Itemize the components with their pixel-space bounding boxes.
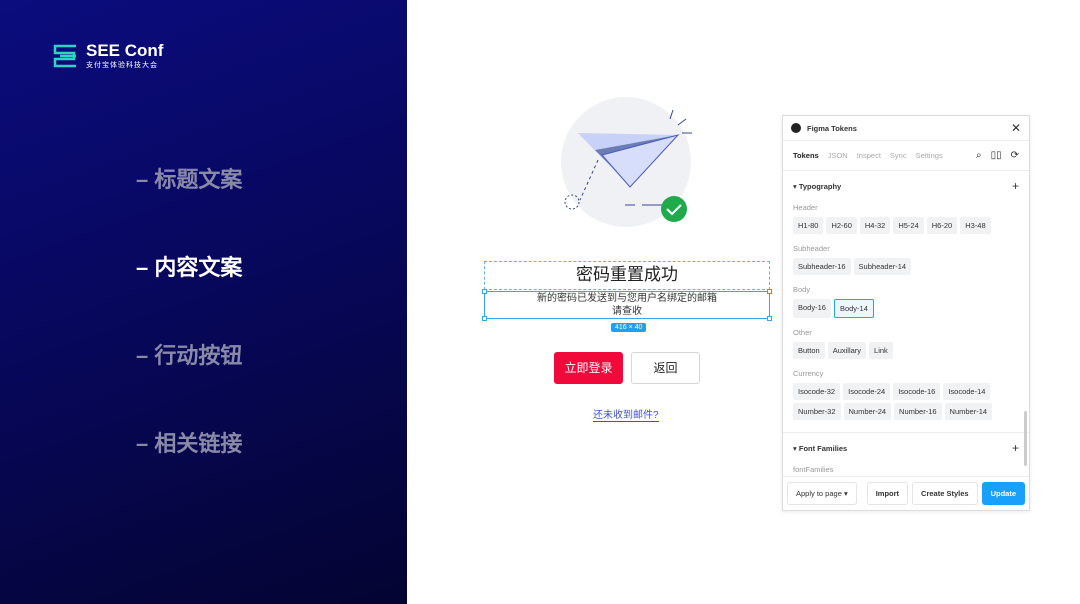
token-chip[interactable]: H1-80 — [793, 217, 824, 234]
logo: SEE Conf 支付宝体验科技大会 — [52, 42, 163, 70]
token-chip[interactable]: Auxillary — [827, 342, 867, 359]
refresh-icon[interactable]: ⟳ — [1011, 150, 1019, 161]
token-chip[interactable]: H5-24 — [893, 217, 924, 234]
import-button[interactable]: Import — [866, 482, 909, 505]
body-text-selected[interactable]: 新的密码已发送到与您用户名绑定的邮箱 请查收 — [484, 291, 770, 319]
body-line-2: 请查收 — [612, 306, 642, 317]
menu-item-title-copy[interactable]: – 标题文案 — [136, 162, 242, 194]
token-chips: Subheader-16 Subheader-14 — [793, 258, 1019, 275]
token-chip[interactable]: Number-16 — [894, 403, 942, 420]
add-icon[interactable]: + — [1012, 179, 1019, 193]
token-chip[interactable]: Number-24 — [843, 403, 892, 420]
token-chip[interactable]: Isocode-14 — [943, 383, 991, 400]
book-icon[interactable]: ▯▯ — [991, 150, 1002, 161]
tab-json[interactable]: JSON — [828, 151, 848, 160]
group-label: Currency — [793, 369, 824, 378]
figma-tokens-logo-icon — [791, 123, 801, 133]
resize-handle[interactable] — [482, 289, 487, 294]
token-chip[interactable]: Isocode-16 — [893, 383, 941, 400]
tab-tokens[interactable]: Tokens — [793, 151, 819, 160]
token-chip[interactable]: H3-48 — [960, 217, 991, 234]
token-chip[interactable]: Number-32 — [793, 403, 841, 420]
paper-plane-illustration — [561, 97, 692, 227]
brand-name: SEE Conf — [86, 41, 164, 60]
body-line-1: 新的密码已发送到与您用户名绑定的邮箱 — [537, 293, 717, 304]
add-icon[interactable]: + — [1012, 441, 1019, 455]
tab-sync[interactable]: Sync — [890, 151, 907, 160]
menu-item-related-links[interactable]: – 相关链接 — [136, 426, 242, 458]
check-circle-icon — [661, 196, 687, 222]
tokens-list: ▾ Typography + Header H1-80 H2-60 H4-32 H5-24… — [783, 171, 1029, 476]
tab-settings[interactable]: Settings — [916, 151, 943, 160]
token-chip[interactable]: Number-14 — [944, 403, 993, 420]
token-chips: H1-80 H2-60 H4-32 H5-24 H6-20 H3-48 — [793, 217, 1019, 234]
resize-handle[interactable] — [767, 316, 772, 321]
group-label: Header — [793, 203, 818, 212]
update-button[interactable]: Update — [981, 482, 1025, 505]
token-chip[interactable]: H2-60 — [826, 217, 857, 234]
brand-subtitle: 支付宝体验科技大会 — [86, 62, 158, 69]
apply-to-page-dropdown[interactable]: Apply to page ▾ — [787, 482, 857, 505]
menu-item-action-button[interactable]: – 行动按钮 — [136, 338, 242, 370]
create-styles-button[interactable]: Create Styles — [912, 482, 978, 505]
token-chip[interactable]: Body-16 — [793, 299, 831, 318]
login-button[interactable]: 立即登录 — [554, 352, 623, 384]
group-label: Other — [793, 328, 812, 337]
token-chip[interactable]: Link — [869, 342, 893, 359]
resize-handle[interactable] — [767, 289, 772, 294]
group-label: Subheader — [793, 244, 830, 253]
token-chips: Button Auxillary Link — [793, 342, 1019, 359]
group-label: fontFamilies — [793, 465, 834, 474]
token-chip[interactable]: Subheader-16 — [793, 258, 851, 275]
section-typography[interactable]: ▾ Typography — [793, 182, 841, 191]
token-chip[interactable]: Body-14 — [833, 299, 874, 318]
group-label: Body — [793, 285, 811, 294]
scrollbar[interactable] — [1024, 411, 1027, 466]
figma-tokens-panel: Figma Tokens ✕ Tokens JSON Inspect Sync … — [782, 115, 1030, 511]
token-chip[interactable]: Button — [793, 342, 825, 359]
search-icon[interactable]: ⌕ — [976, 150, 982, 161]
close-icon[interactable]: ✕ — [1011, 121, 1021, 135]
token-chips: Body-16 Body-14 — [793, 299, 1019, 318]
back-button[interactable]: 返回 — [631, 352, 700, 384]
see-conf-logo-icon — [53, 44, 76, 68]
token-chip[interactable]: Isocode-32 — [793, 383, 841, 400]
dimension-badge: 416 × 40 — [611, 323, 647, 332]
tab-inspect[interactable]: Inspect — [857, 151, 881, 160]
token-chips: Isocode-32 Isocode-24 Isocode-16 Isocode-14… — [793, 383, 1019, 420]
not-received-link[interactable]: 还未收到邮件? — [593, 406, 659, 422]
section-font-families[interactable]: ▾ Font Families — [793, 444, 847, 453]
token-chip[interactable]: Isocode-24 — [843, 383, 891, 400]
token-chip[interactable]: Subheader-14 — [853, 258, 912, 275]
resize-handle[interactable] — [482, 316, 487, 321]
token-chip[interactable]: H6-20 — [926, 217, 958, 234]
token-chip[interactable]: H4-32 — [859, 217, 891, 234]
menu-item-content-copy[interactable]: – 内容文案 — [136, 250, 242, 282]
panel-title: Figma Tokens — [807, 123, 857, 133]
left-panel: SEE Conf 支付宝体验科技大会 – 标题文案 – 内容文案 – 行动按钮 … — [0, 0, 407, 604]
title-text[interactable]: 密码重置成功 — [484, 261, 770, 290]
